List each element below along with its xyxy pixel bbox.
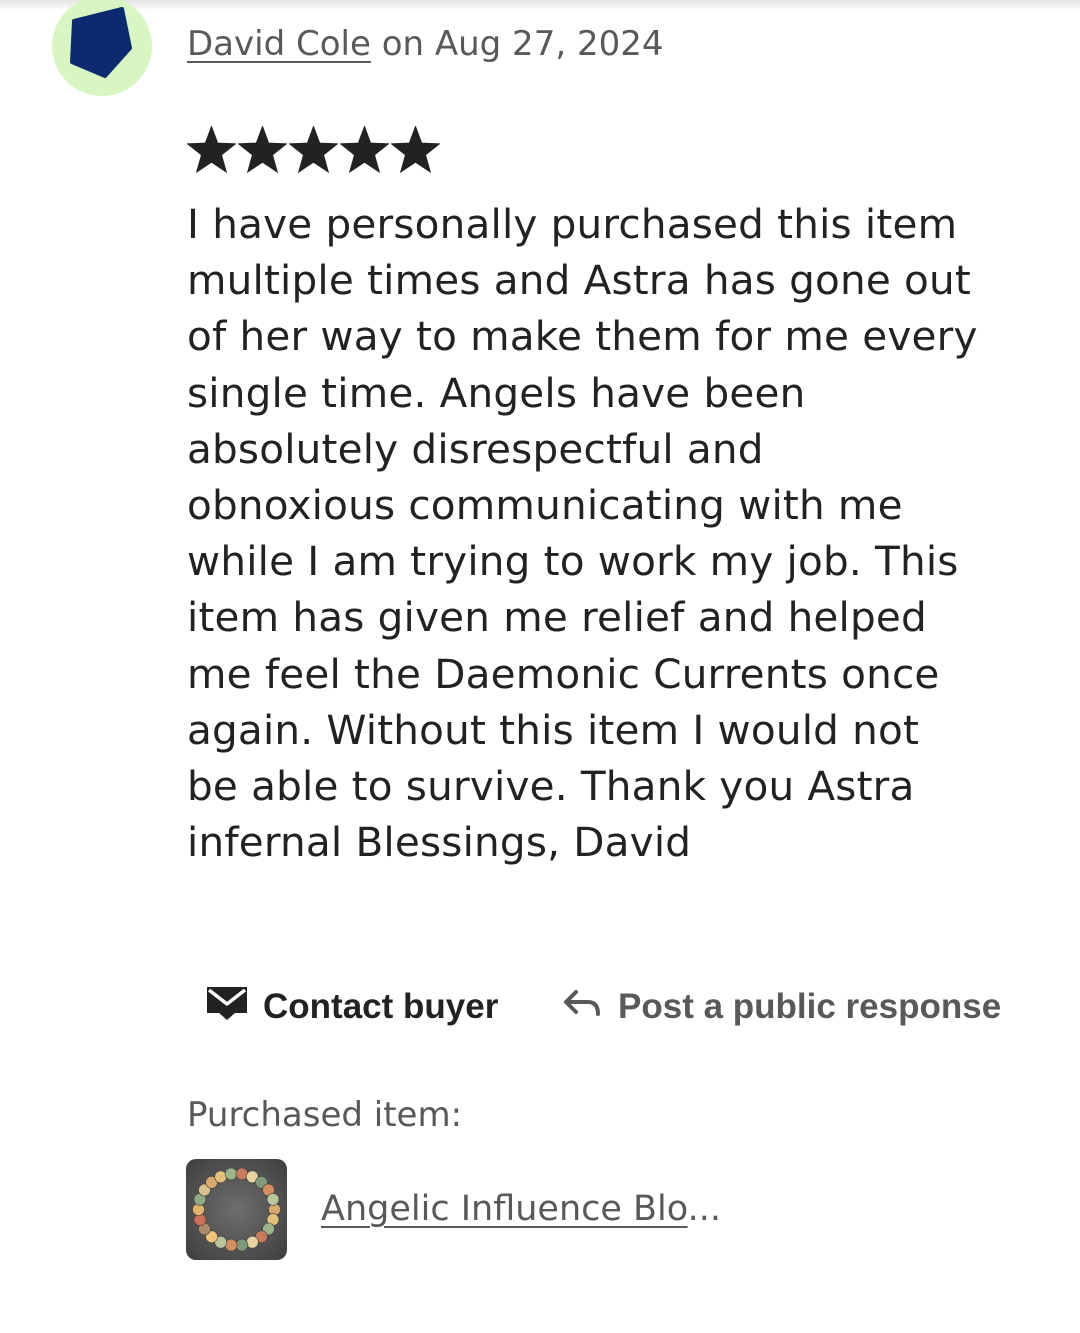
- contact-buyer-label: Contact buyer: [263, 987, 499, 1026]
- bracelet-bead: [246, 1235, 259, 1249]
- review-text-line: again. Without this item I would not: [187, 705, 920, 754]
- bracelet-bead: [266, 1193, 280, 1206]
- review-text-line: I have personally purchased this item: [187, 200, 958, 248]
- user-avatar-pentagon-icon: [70, 7, 132, 78]
- bracelet-bead: [224, 1238, 238, 1252]
- purchased-item-thumbnail[interactable]: [186, 1159, 287, 1260]
- review-text-line: of her way to make them for me every: [187, 312, 978, 361]
- star-icon: [238, 126, 287, 174]
- review-text: I have personally purchased this item mul…: [187, 196, 1047, 870]
- contact-buyer-button[interactable]: Contact buyer: [205, 980, 498, 1034]
- reviewer-name-link[interactable]: David Cole: [187, 24, 371, 64]
- reviewer-avatar[interactable]: [52, 0, 152, 96]
- star-icon: [289, 126, 338, 174]
- purchased-item-link[interactable]: Angelic Influence Blo...: [321, 1186, 721, 1232]
- star-icon: [391, 126, 440, 174]
- review-byline: David Cole on Aug 27, 2024: [187, 22, 663, 66]
- bracelet-bead: [224, 1167, 238, 1181]
- bracelet-bead: [235, 1167, 249, 1181]
- purchased-item-ellipsis: ...: [687, 1189, 721, 1229]
- review-text-line: infernal Blessings, David: [187, 818, 692, 867]
- post-public-response-button[interactable]: Post a public response: [562, 980, 1001, 1034]
- post-public-response-label: Post a public response: [618, 987, 1002, 1026]
- review-text-line: while I am trying to work my job. This: [187, 537, 959, 586]
- review-text-line: item has given me relief and helped: [187, 593, 927, 642]
- review-text-line: absolutely disrespectful and: [187, 424, 764, 473]
- review-text-line: multiple times and Astra has gone out: [187, 256, 971, 305]
- bracelet-bead: [214, 1170, 228, 1184]
- star-icon: [187, 126, 236, 174]
- purchased-item-title: Angelic Influence Blo: [321, 1189, 688, 1229]
- envelope-icon: [205, 985, 249, 1030]
- top-divider: [0, 0, 1080, 10]
- review-text-line: single time. Angels have been: [187, 368, 806, 417]
- review-text-line: me feel the Daemonic Currents once: [187, 649, 940, 698]
- reply-arrow-icon: [562, 986, 604, 1029]
- review-date: on Aug 27, 2024: [381, 24, 664, 64]
- star-icon: [340, 126, 389, 174]
- bracelet-bead: [235, 1238, 249, 1252]
- purchased-item-label: Purchased item:: [187, 1095, 463, 1135]
- star-rating: [187, 126, 440, 176]
- review-text-line: obnoxious communicating with me: [187, 481, 903, 530]
- bead-bracelet-image: [186, 1159, 287, 1260]
- review-text-line: be able to survive. Thank you Astra: [187, 762, 915, 811]
